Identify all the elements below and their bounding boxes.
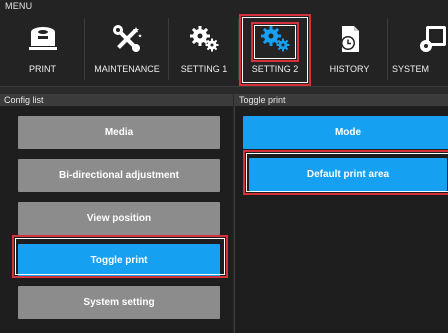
tab-maintenance-label: MAINTENANCE (94, 64, 160, 74)
tools-icon (113, 25, 142, 52)
tab-system[interactable]: SYSTEM (388, 14, 448, 86)
config-list-header: Config list (0, 94, 233, 106)
bi-directional-adjustment-button[interactable]: Bi-directional adjustment (18, 159, 220, 192)
system-gear-icon (420, 26, 446, 52)
tab-maintenance[interactable]: MAINTENANCE (85, 14, 169, 86)
menu-title: MENU (5, 1, 33, 11)
menu-bar: MENU PRINT MAINTENANCE SETTING 1 SETTING… (0, 0, 448, 87)
system-setting-button[interactable]: System setting (18, 286, 220, 319)
tab-setting-2-label: SETTING 2 (251, 64, 299, 74)
tab-setting-1[interactable]: SETTING 1 (169, 14, 239, 86)
default-print-area-button[interactable]: Default print area (249, 158, 447, 191)
toggle-print-button[interactable]: Toggle print (18, 244, 220, 277)
gears-blue-icon (261, 26, 290, 52)
config-list-panel: Config list Media Bi-directional adjustm… (0, 94, 233, 333)
toggle-print-header: Toggle print (235, 94, 448, 106)
view-position-button[interactable]: View position (18, 202, 220, 235)
mode-button[interactable]: Mode (243, 116, 448, 149)
app-window: MENU PRINT MAINTENANCE SETTING 1 SETTING… (0, 0, 448, 333)
tab-setting-1-label: SETTING 1 (180, 64, 228, 74)
tab-history-label: HISTORY (329, 64, 370, 74)
menu-tabs: PRINT MAINTENANCE SETTING 1 SETTING 2 HI… (0, 14, 448, 86)
gears-icon (190, 26, 219, 52)
toggle-print-panel: Toggle print Mode Default print area (234, 94, 448, 333)
tab-history[interactable]: HISTORY (311, 14, 388, 86)
tab-print[interactable]: PRINT (0, 14, 85, 86)
print-icon (28, 27, 57, 50)
tab-setting-2[interactable]: SETTING 2 (239, 14, 311, 86)
tab-print-label: PRINT (29, 64, 56, 74)
tab-system-label: SYSTEM (392, 64, 430, 74)
document-clock-icon (340, 26, 359, 52)
media-button[interactable]: Media (18, 116, 220, 149)
